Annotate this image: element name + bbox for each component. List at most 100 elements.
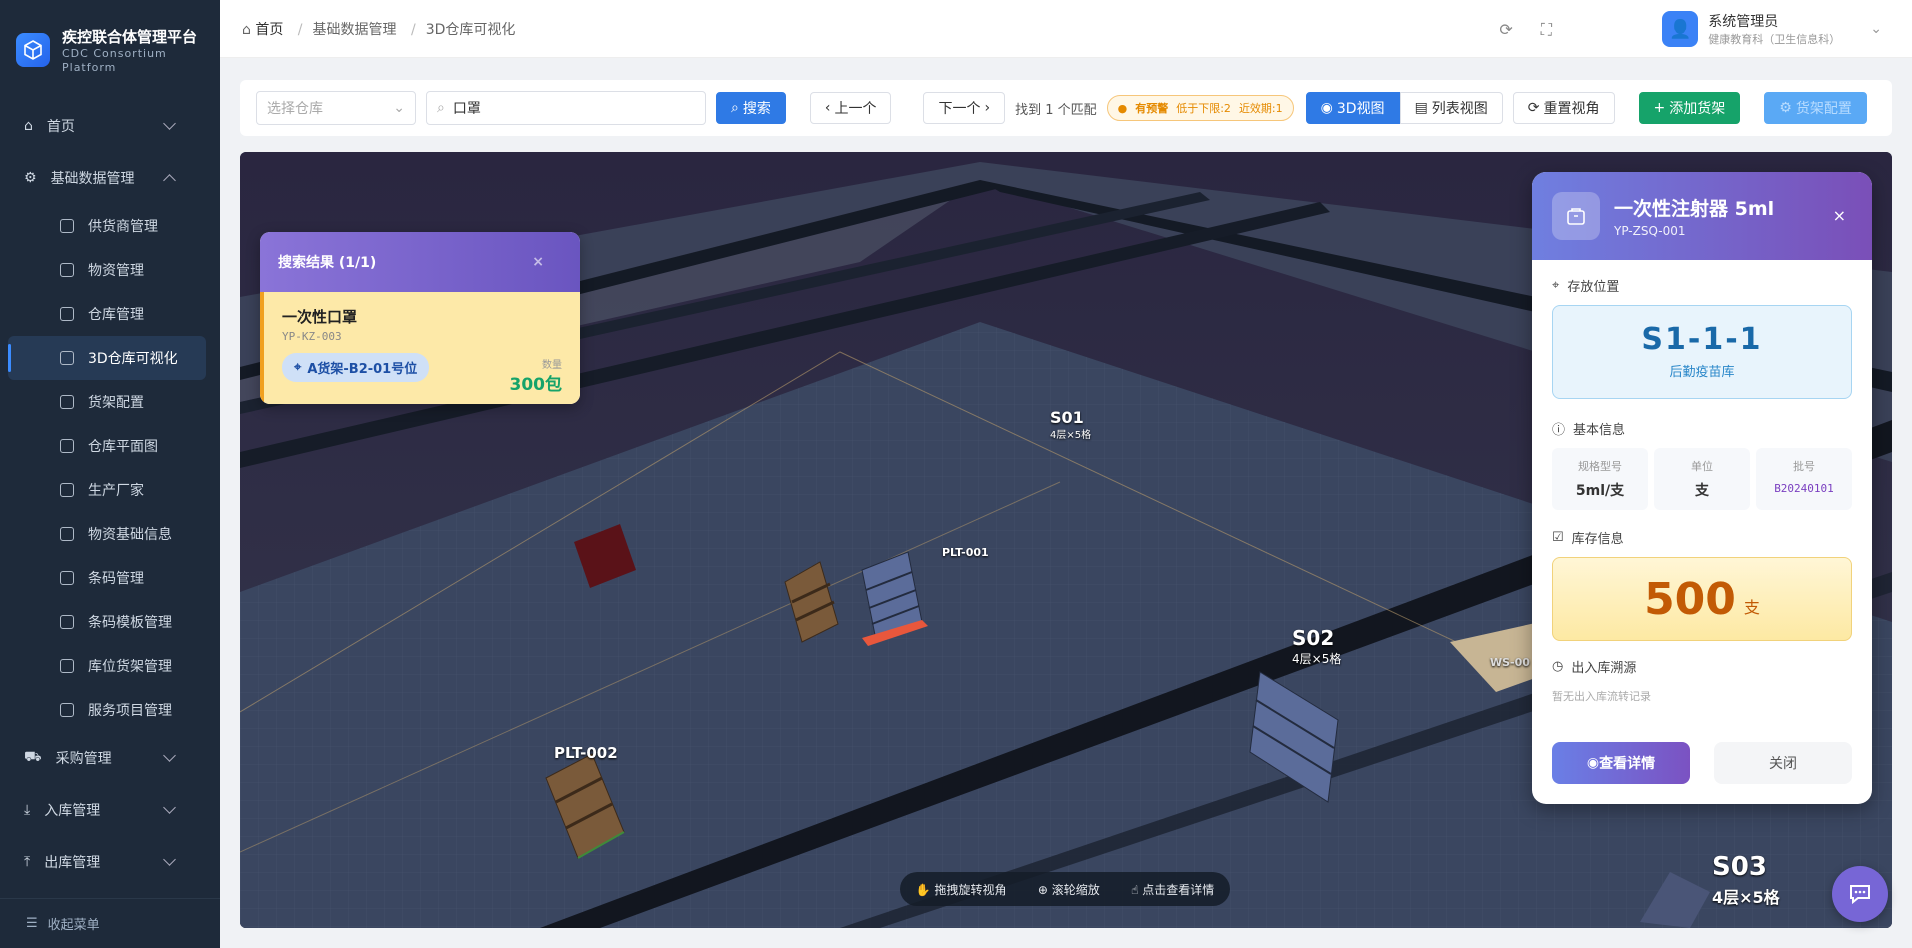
collapse-menu-button[interactable]: ☰ 收起菜单 [0,898,220,948]
app-subtitle-1: CDC Consortium [62,46,167,60]
search-box: ⌕ [426,91,706,125]
view-details-button[interactable]: ◉ 查看详情 [1552,742,1690,784]
gear-icon: ⚙ [24,170,37,186]
checkbox-icon: ☑ [1552,530,1564,545]
menu-outbound[interactable]: ⤒ 出库管理 [0,836,220,888]
label-s03-sub: 4层×5格 [1712,888,1780,907]
app-subtitle-2: Platform [62,60,117,74]
menu-purchase[interactable]: ⛟ 采购管理 [0,732,220,784]
search-button-label: 搜索 [742,101,771,117]
chevron-down-icon [163,801,176,814]
search-icon: ⌕ [437,100,445,116]
factory-icon [60,483,74,497]
menu-basic-data[interactable]: ⚙ 基础数据管理 [0,152,220,204]
user-icon [60,219,74,233]
result-qty: 300包 [509,375,563,395]
info-value: B20240101 [1774,482,1834,495]
menu-inbound[interactable]: ⤓ 入库管理 [0,784,220,836]
sub-3d-warehouse[interactable]: 3D仓库可视化 [8,336,206,380]
sub-barcode-template[interactable]: 条码模板管理 [0,600,220,644]
chevron-left-icon: ‹ [824,100,831,116]
breadcrumb-level1[interactable]: 基础数据管理 [313,22,397,38]
add-shelf-button[interactable]: + 添加货架 [1638,92,1741,124]
cart-icon: ⛟ [24,749,42,765]
home-icon: ⌂ [242,21,256,38]
sub-warehouse[interactable]: 仓库管理 [0,292,220,336]
home-icon: ⌂ [24,118,33,134]
sub-label: 条码模板管理 [88,615,172,631]
bag-icon [60,263,74,277]
section-trace-label: 出入库溯源 [1571,661,1637,676]
result-item[interactable]: 一次性口罩 YP-KZ-003 ⌖ A货架-B2-01号位 数量 300包 [260,292,580,404]
search-icon: ⌕ [731,100,739,116]
result-location: ⌖ A货架-B2-01号位 [282,353,430,382]
add-shelf-label: 添加货架 [1669,101,1726,117]
eye-icon: ◉ [1586,755,1600,771]
result-name: 一次性口罩 [282,308,358,326]
view-3d-label: 3D视图 [1336,101,1385,117]
close-icon[interactable]: × [1833,206,1846,225]
sub-label: 服务项目管理 [88,703,172,719]
sub-location-shelf[interactable]: 库位货架管理 [0,644,220,688]
grid-icon [60,659,74,673]
search-input[interactable] [452,100,673,116]
next-button[interactable]: 下一个 › [923,92,1006,124]
detail-header: 一次性注射器 5ml YP-ZSQ-001 × [1532,172,1872,260]
stock-unit: 支 [1743,598,1760,617]
refresh-icon[interactable]: ⟳ [1499,20,1512,40]
close-button[interactable]: 关闭 [1714,742,1852,784]
close-icon[interactable]: × [532,254,544,270]
sub-shelf-config[interactable]: 货架配置 [0,380,220,424]
location-box: S1-1-1 后勤疫苗库 [1552,305,1852,399]
sub-label: 物资管理 [88,263,144,279]
user-menu[interactable]: 👤 系统管理员 健康教育科（卫生信息科） ⌄ [1662,11,1882,47]
warning-badge[interactable]: ● 有预警 低于下限:2 近效期:1 [1106,95,1294,121]
breadcrumb-home[interactable]: 首页 [255,22,283,38]
chevron-down-icon [163,749,176,762]
item-detail-panel: 一次性注射器 5ml YP-ZSQ-001 × ⌖ 存放位置 S1-1-1 后勤疫… [1532,172,1872,804]
trace-empty-text: 暂无出入库流转记录 [1552,690,1651,703]
hint-click: ☝ 点击查看详情 [1131,881,1214,898]
sub-service[interactable]: 服务项目管理 [0,688,220,732]
plus-icon: + [1653,100,1666,116]
control-hints: ✋ 拖拽旋转视角 ⊕ 滚轮缩放 ☝ 点击查看详情 [900,872,1230,906]
menu-home[interactable]: ⌂ 首页 [0,100,220,152]
sub-material[interactable]: 物资管理 [0,248,220,292]
package-icon [1552,192,1600,240]
basic-info-grid: 规格型号 5ml/支 单位支 批号 B20240101 [1552,448,1852,510]
eye-icon: ◉ [1320,100,1333,116]
list-view-button[interactable]: ▤ 列表视图 [1399,92,1503,124]
sub-label: 生产厂家 [88,483,144,499]
location-code: S1-1-1 [1641,322,1763,357]
reset-view-button[interactable]: ⟳ 重置视角 [1512,92,1615,124]
reset-label: 重置视角 [1543,101,1600,117]
list-view-label: 列表视图 [1431,101,1488,117]
refresh-icon: ⟳ [1527,100,1540,116]
fullscreen-icon[interactable]: ⛶ [1541,20,1552,40]
prev-button[interactable]: ‹ 上一个 [809,92,892,124]
warn-low: 低于下限:2 [1176,102,1231,115]
section-stock: ☑ 库存信息 [1532,528,1872,547]
sub-barcode[interactable]: 条码管理 [0,556,220,600]
hint-drag-text: 拖拽旋转视角 [934,882,1007,897]
sub-supplier[interactable]: 供货商管理 [0,204,220,248]
shelf-config-button[interactable]: ⚙ 货架配置 [1764,92,1867,124]
hint-zoom: ⊕ 滚轮缩放 [1038,881,1100,898]
menu-icon: ☰ [26,916,38,931]
results-header: 搜索结果 (1/1) × [260,232,580,292]
search-button[interactable]: ⌕ 搜索 [716,92,786,124]
sub-label: 仓库管理 [88,307,144,323]
info-value: 5ml/支 [1575,483,1625,499]
pointer-icon: ☝ [1131,882,1143,897]
sub-material-info[interactable]: 物资基础信息 [0,512,220,556]
sub-manufacturer[interactable]: 生产厂家 [0,468,220,512]
sub-floor-plan[interactable]: 仓库平面图 [0,424,220,468]
stock-box: 500 支 [1552,557,1852,641]
chevron-down-icon: ⌄ [393,100,405,116]
result-code: YP-KZ-003 [282,330,342,343]
sub-label: 条码管理 [88,571,144,587]
sub-label: 库位货架管理 [88,659,172,675]
warehouse-select[interactable]: 选择仓库 ⌄ [256,91,416,125]
view-3d-button[interactable]: ◉ 3D视图 [1305,92,1400,124]
chat-button[interactable] [1832,866,1888,922]
